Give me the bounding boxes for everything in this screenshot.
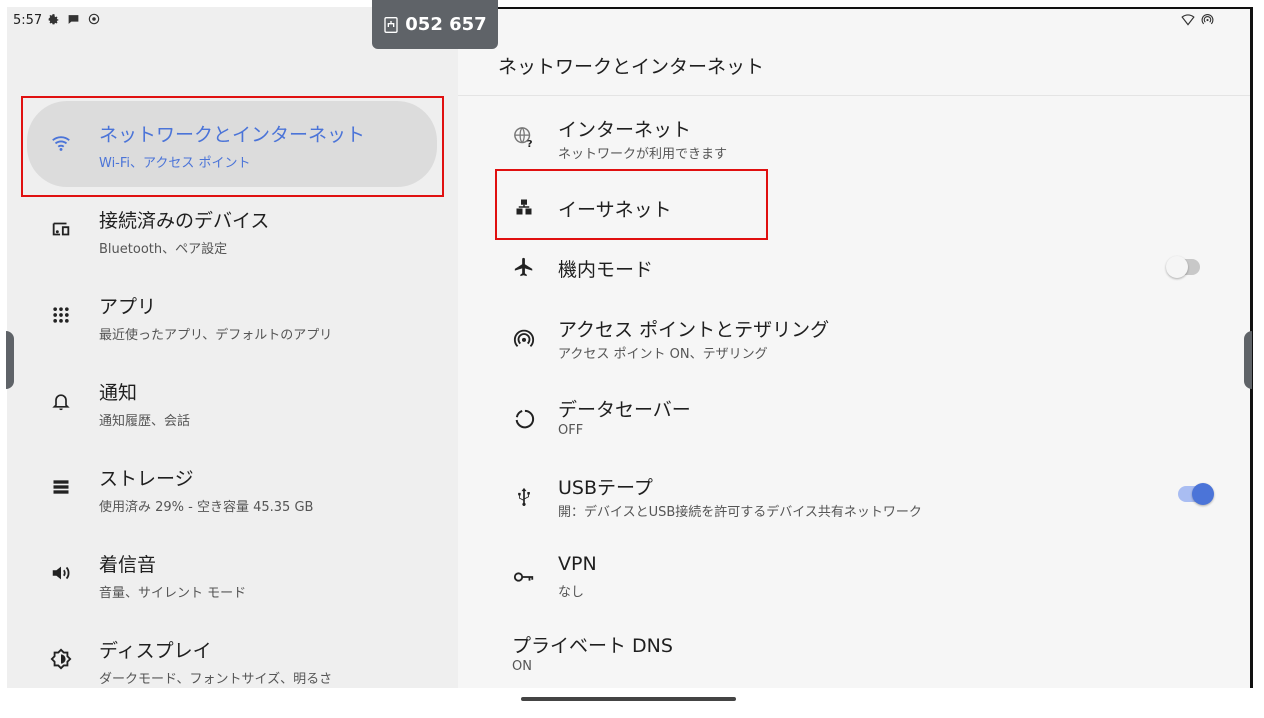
gesture-navigation-bar[interactable] <box>521 697 736 701</box>
volume-icon <box>49 561 73 585</box>
bell-icon <box>49 389 73 413</box>
left-edge-handle[interactable] <box>6 331 14 389</box>
usb-icon <box>512 485 536 509</box>
menu-item-subtitle: 通知履歴、会話 <box>99 414 191 429</box>
pin-code: 052 657 <box>405 14 487 35</box>
setting-hotspot-tethering[interactable]: アクセス ポイントとテザリング アクセス ポイント ON、テザリング <box>498 305 1218 375</box>
setting-title: データセーバー <box>558 399 691 421</box>
highlight-ethernet-item <box>495 169 768 240</box>
status-right-icons <box>1181 13 1214 26</box>
toggle-knob <box>1166 256 1188 278</box>
menu-item-title: ディスプレイ <box>99 640 212 662</box>
setting-subtitle: ON <box>512 659 532 674</box>
vpn-key-icon <box>512 565 536 589</box>
menu-item-subtitle: 最近使ったアプリ、デフォルトのアプリ <box>99 328 333 343</box>
setting-data-saver[interactable]: データセーバー OFF <box>498 385 1218 455</box>
menu-item-apps[interactable]: アプリ 最近使ったアプリ、デフォルトのアプリ <box>27 273 437 359</box>
setting-title: インターネット <box>558 119 692 141</box>
header-divider <box>458 95 1252 96</box>
menu-item-subtitle: Bluetooth、ペア設定 <box>99 242 228 257</box>
hotspot-icon <box>512 327 536 351</box>
airplane-mode-toggle[interactable] <box>1166 256 1200 278</box>
menu-item-sound[interactable]: 着信音 音量、サイレント モード <box>27 531 437 617</box>
menu-item-title: ストレージ <box>99 468 194 490</box>
globe-question-icon: ? <box>512 125 536 149</box>
hotspot-status-icon <box>1201 14 1214 25</box>
setting-internet[interactable]: ? インターネット ネットワークが利用できます <box>498 105 1218 175</box>
menu-item-title: 通知 <box>99 382 138 404</box>
menu-item-display[interactable]: ディスプレイ ダークモード、フォントサイズ、明るさ <box>27 617 437 688</box>
setting-usb-tethering[interactable]: USBテープ 開：デバイスとUSB接続を許可するデバイス共有ネットワーク <box>498 463 1218 533</box>
menu-item-notifications[interactable]: 通知 通知履歴、会話 <box>27 359 437 445</box>
airplane-icon <box>512 255 536 279</box>
menu-item-subtitle: ダークモード、フォントサイズ、明るさ <box>99 672 333 687</box>
brightness-icon <box>49 647 73 671</box>
setting-title: プライベート DNS <box>512 635 673 657</box>
setting-subtitle: アクセス ポイント ON、テザリング <box>558 347 768 362</box>
devices-icon <box>49 217 73 241</box>
network-settings-panel: ネットワークとインターネット ? インターネット ネットワークが利用できます イ… <box>458 7 1252 688</box>
highlight-network-item <box>21 96 444 197</box>
message-icon <box>68 14 79 24</box>
wifi-outline-icon <box>1181 13 1195 26</box>
menu-item-subtitle: 使用済み 29% - 空き容量 45.35 GB <box>99 500 314 515</box>
screen-share-icon <box>384 16 398 33</box>
storage-icon <box>49 475 73 499</box>
data-saver-icon <box>512 407 536 431</box>
status-time: 5:57 <box>13 13 43 28</box>
menu-item-title: 接続済みのデバイス <box>99 210 270 232</box>
setting-subtitle: 開：デバイスとUSB接続を許可するデバイス共有ネットワーク <box>558 505 922 520</box>
setting-airplane-mode[interactable]: 機内モード <box>498 233 1218 303</box>
setting-private-dns[interactable]: プライベート DNS ON <box>458 621 1178 688</box>
apps-grid-icon <box>49 303 73 327</box>
setting-title: VPN <box>558 553 597 575</box>
settings-outline-icon <box>88 13 100 25</box>
setting-title: USBテープ <box>558 477 653 499</box>
status-icons <box>47 12 101 26</box>
setting-title: アクセス ポイントとテザリング <box>558 319 830 341</box>
page-title: ネットワークとインターネット <box>498 56 765 78</box>
screen-top-edge <box>372 7 1252 9</box>
menu-item-subtitle: 音量、サイレント モード <box>99 586 247 601</box>
usb-tethering-toggle[interactable] <box>1178 483 1214 505</box>
toggle-knob <box>1192 483 1214 505</box>
pin-code-badge: 052 657 <box>372 0 498 49</box>
menu-item-title: アプリ <box>99 296 157 318</box>
menu-item-title: 着信音 <box>99 554 157 576</box>
setting-title: 機内モード <box>558 259 654 281</box>
menu-item-connected-devices[interactable]: 接続済みのデバイス Bluetooth、ペア設定 <box>27 187 437 273</box>
menu-item-storage[interactable]: ストレージ 使用済み 29% - 空き容量 45.35 GB <box>27 445 437 531</box>
setting-subtitle: ネットワークが利用できます <box>558 147 728 162</box>
svg-text:?: ? <box>527 139 533 148</box>
setting-subtitle: OFF <box>558 423 584 438</box>
gear-icon <box>48 13 59 24</box>
setting-vpn[interactable]: VPN なし <box>498 543 1218 613</box>
right-edge-handle[interactable] <box>1244 331 1252 389</box>
setting-subtitle: なし <box>558 585 585 600</box>
